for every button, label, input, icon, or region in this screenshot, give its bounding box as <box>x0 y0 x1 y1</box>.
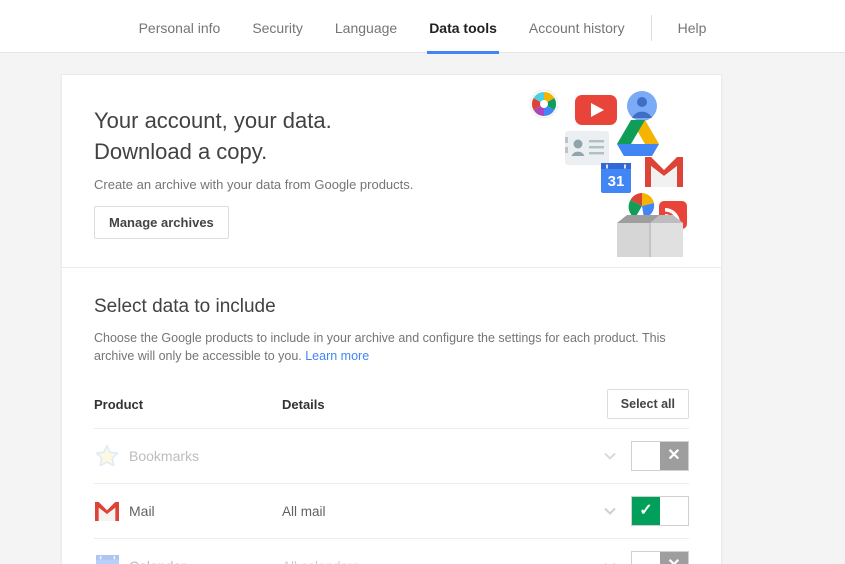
table-header-row: Product Details Select all <box>94 389 689 429</box>
gmail-icon <box>645 157 683 192</box>
row-product-label: Mail <box>129 503 155 519</box>
check-icon: ✓ <box>639 502 653 519</box>
tab-personal-info[interactable]: Personal info <box>123 1 237 54</box>
page-title-line1: Your account, your data. <box>94 108 332 133</box>
products-table: Product Details Select all Bookmarks ✕ M… <box>94 389 689 564</box>
row-details-label: All mail <box>282 503 326 519</box>
data-tools-card: Your account, your data. Download a copy… <box>61 74 722 564</box>
chevron-down-icon[interactable] <box>599 452 621 460</box>
chevron-down-icon[interactable] <box>599 507 621 515</box>
row-product-label: Bookmarks <box>129 448 200 464</box>
table-row: Mail All mail ✓ <box>94 484 689 539</box>
close-icon: ✕ <box>667 558 680 564</box>
youtube-icon <box>575 95 617 130</box>
section-description-text: Choose the Google products to include in… <box>94 331 666 363</box>
toggle-knob <box>660 497 688 525</box>
tab-label: Personal info <box>138 19 221 36</box>
row-product-label: Calendar <box>129 558 186 564</box>
page-body: Your account, your data. Download a copy… <box>0 53 845 564</box>
picasa-icon <box>529 89 559 124</box>
toggle-track: ✕ <box>660 442 688 470</box>
section-heading: Select data to include <box>94 296 276 317</box>
bookmarks-star-icon <box>94 443 120 469</box>
select-data-section: Select data to include Choose the Google… <box>62 268 721 564</box>
row-product-cell: 31 Calendar <box>94 553 282 564</box>
top-navigation: Personal info Security Language Data too… <box>0 0 845 54</box>
column-header-product: Product <box>94 396 144 412</box>
tab-label: Language <box>334 19 398 36</box>
tab-help[interactable]: Help <box>662 1 723 54</box>
page-title-line2: Download a copy. <box>94 139 268 164</box>
tab-language[interactable]: Language <box>319 1 413 54</box>
toggle-track: ✓ <box>632 497 660 525</box>
nav-tab-list: Personal info Security Language Data too… <box>123 0 723 54</box>
tab-label: Data tools <box>429 19 497 36</box>
toggle-track: ✕ <box>660 552 688 564</box>
nav-divider <box>650 14 652 41</box>
row-product-cell: Mail <box>94 498 282 524</box>
row-toggle[interactable]: ✕ <box>631 441 689 471</box>
svg-text:31: 31 <box>608 173 625 190</box>
hero-section: Your account, your data. Download a copy… <box>62 75 721 267</box>
calendar-31-icon: 31 <box>94 553 120 564</box>
products-illustration: 31 <box>517 83 707 257</box>
row-toggle[interactable]: ✕ <box>631 551 689 564</box>
row-product-cell: Bookmarks <box>94 443 282 469</box>
section-description: Choose the Google products to include in… <box>94 329 684 365</box>
tab-data-tools[interactable]: Data tools <box>413 1 513 54</box>
tab-label: Account history <box>528 19 625 36</box>
row-details-label: All calendars <box>282 559 599 564</box>
close-icon: ✕ <box>667 447 681 464</box>
select-all-button[interactable]: Select all <box>606 389 689 419</box>
toggle-knob <box>632 552 660 564</box>
row-toggle[interactable]: ✓ <box>631 496 689 526</box>
table-row: Bookmarks ✕ <box>94 429 689 484</box>
learn-more-link[interactable]: Learn more <box>305 349 369 363</box>
column-header-details: Details <box>282 396 325 412</box>
tab-security[interactable]: Security <box>236 1 319 54</box>
toggle-knob <box>632 442 660 470</box>
tab-account-history[interactable]: Account history <box>513 1 641 54</box>
cardboard-box-icon <box>617 211 683 262</box>
tab-label: Security <box>252 19 303 36</box>
tab-label: Help <box>677 19 707 36</box>
manage-archives-button[interactable]: Manage archives <box>94 206 229 239</box>
google-drive-icon <box>617 118 659 161</box>
table-row: 31 Calendar All calendars ✕ <box>94 539 689 564</box>
gmail-icon <box>94 498 120 524</box>
